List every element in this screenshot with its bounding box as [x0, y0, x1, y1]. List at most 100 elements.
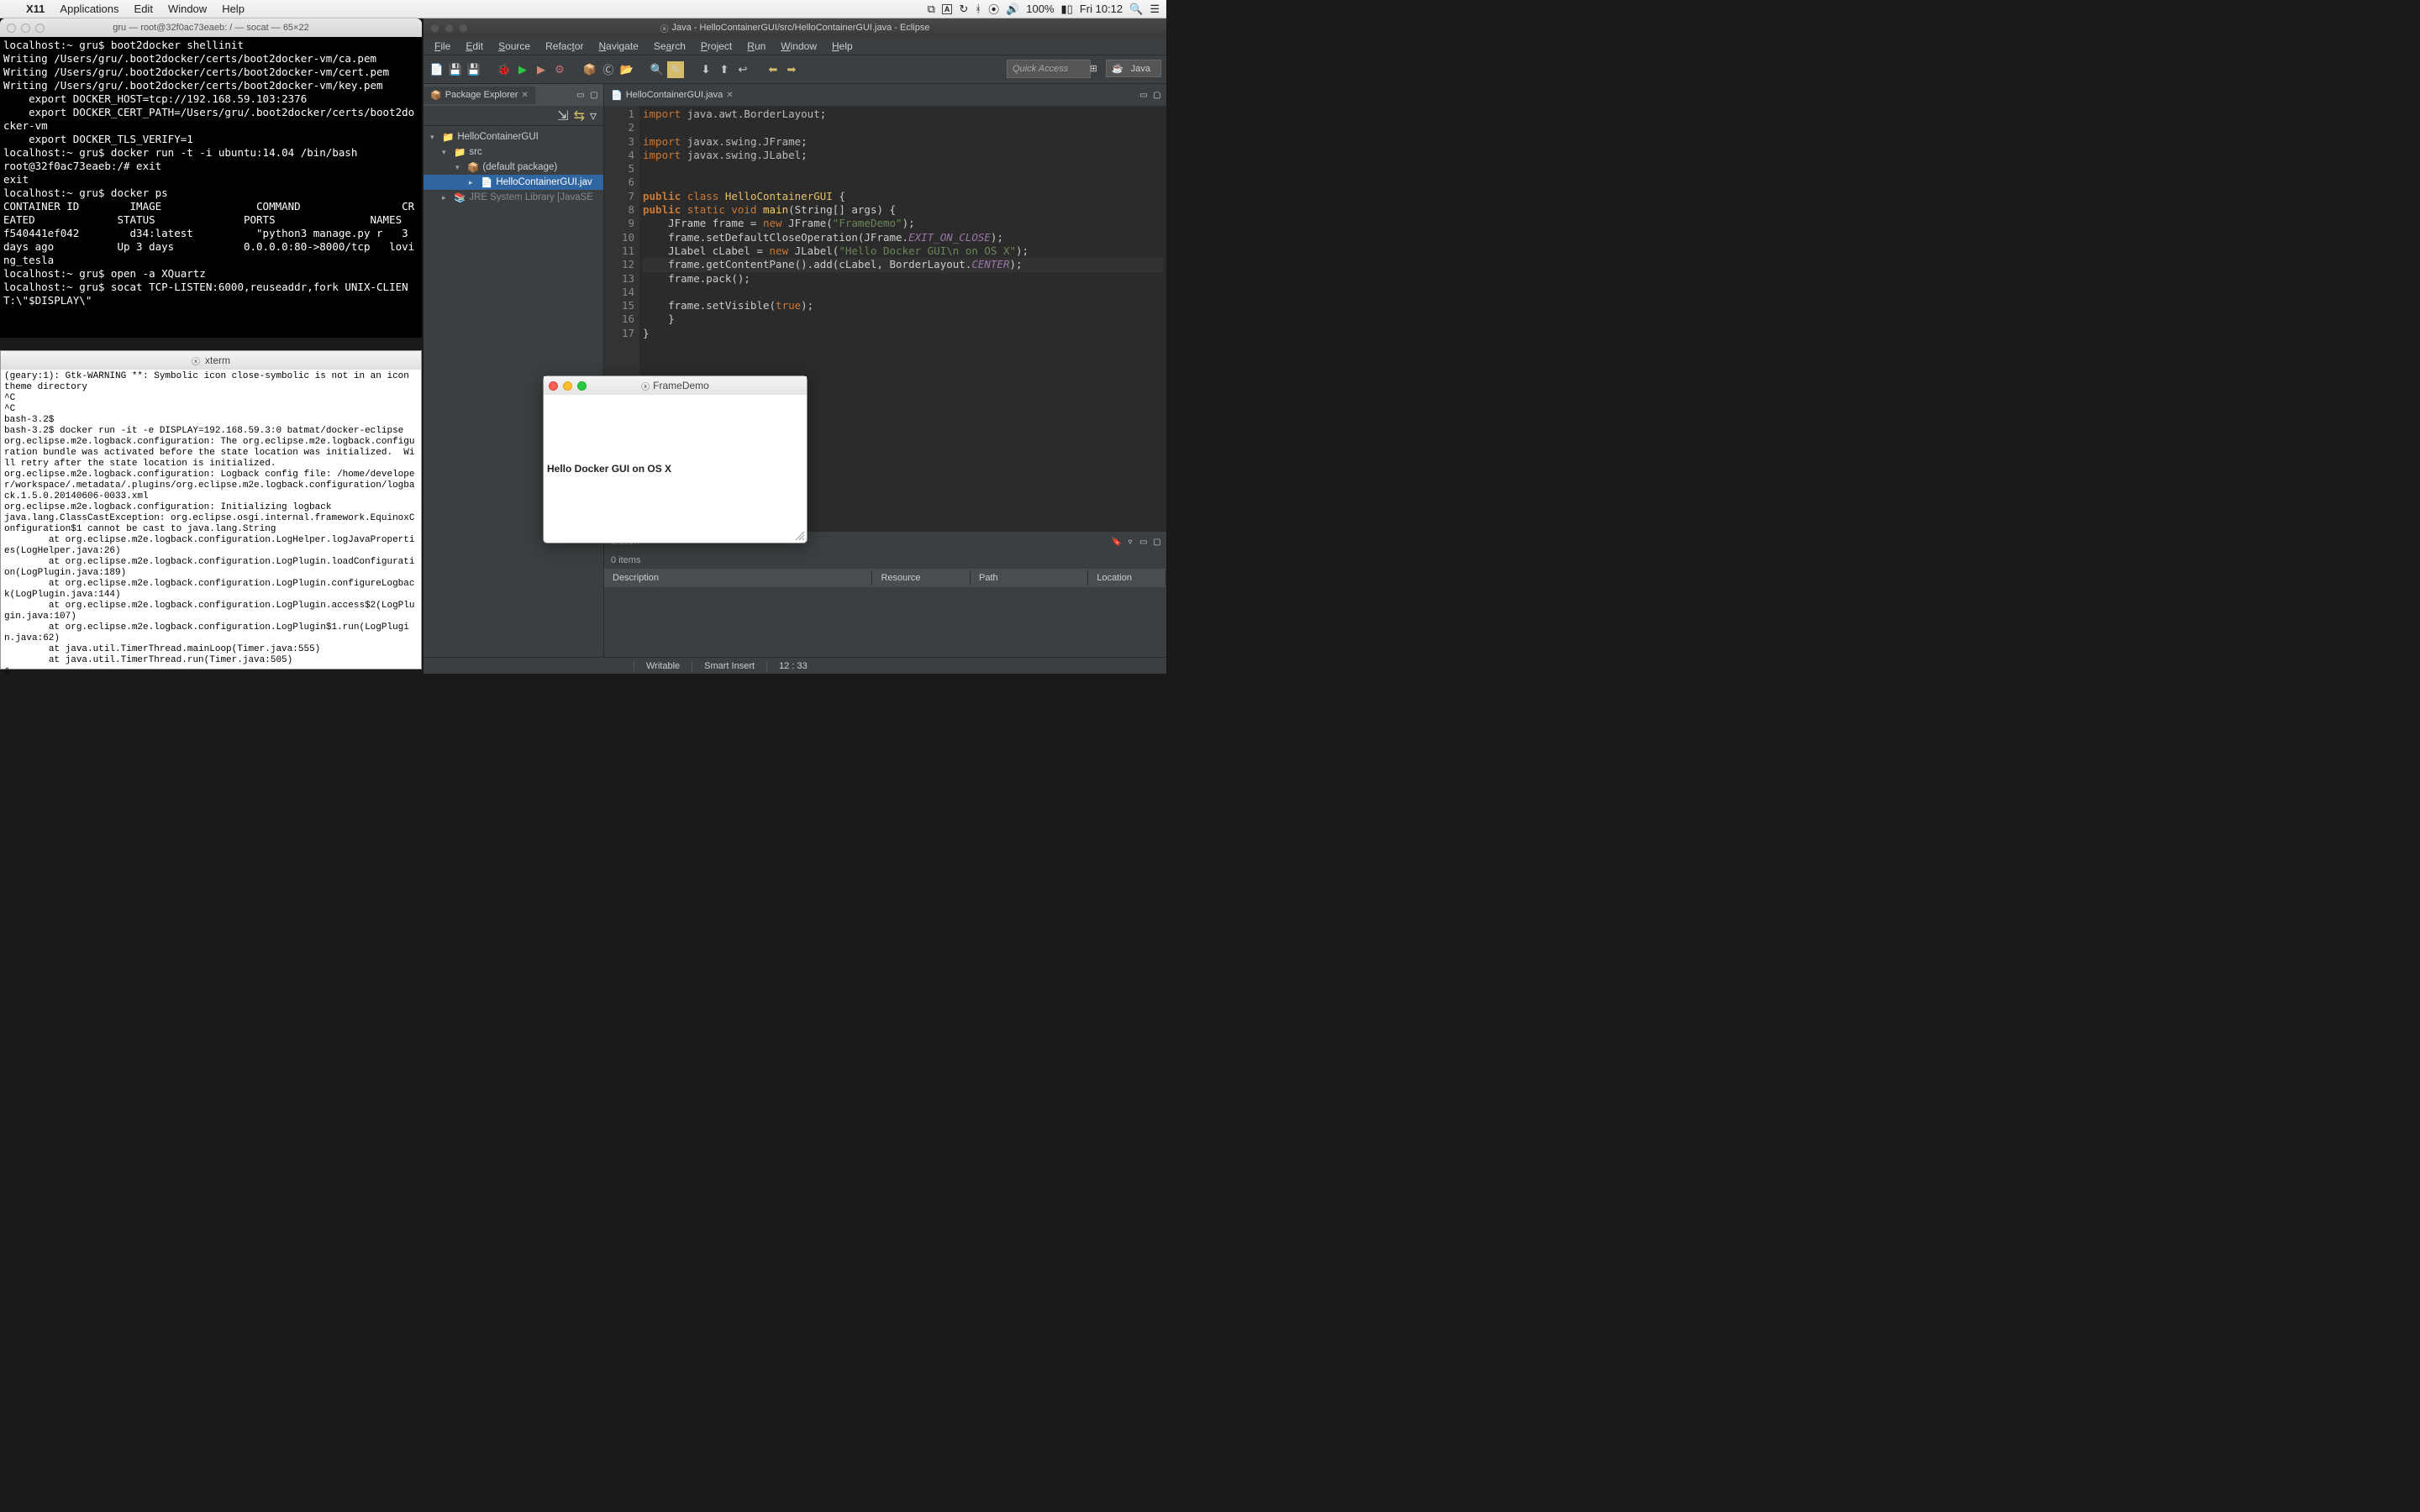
zoom-icon[interactable] — [577, 381, 587, 391]
prev-annotation-icon[interactable]: ⬆ — [716, 61, 733, 78]
battery-icon[interactable]: ▮▯ — [1061, 3, 1073, 16]
wifi-icon[interactable]: ⦿ — [988, 1, 999, 17]
new-class-icon[interactable]: Ⓒ — [600, 61, 617, 78]
debug-icon[interactable]: 🐞 — [496, 61, 513, 78]
col-location[interactable]: Location — [1088, 570, 1166, 585]
problems-view: aration 🔖 ▿ ▭ ▢ 0 items Description Reso… — [604, 531, 1166, 657]
maximize-view-icon[interactable]: ▢ — [1151, 536, 1163, 548]
menu-refactor[interactable]: Refactor — [539, 39, 589, 54]
search-icon[interactable]: 🔍 — [649, 61, 666, 78]
eclipse-titlebar[interactable]: ⓧ Java - HelloContainerGUI/src/HelloCont… — [424, 18, 1166, 37]
framedemo-titlebar[interactable]: ⓧFrameDemo — [544, 376, 807, 395]
col-resource[interactable]: Resource — [872, 570, 971, 585]
menu-window[interactable]: Window — [775, 39, 823, 54]
collapse-all-icon[interactable]: ⇲ — [557, 108, 568, 124]
forward-icon[interactable]: ➡ — [783, 61, 800, 78]
zoom-icon[interactable] — [459, 24, 468, 33]
package-tree[interactable]: ▾📁HelloContainerGUI ▾📁src ▾📦(default pac… — [424, 126, 603, 208]
link-editor-icon[interactable]: ⇆ — [574, 108, 585, 124]
menu-window[interactable]: Window — [160, 3, 214, 15]
eclipse-window[interactable]: ⓧ Java - HelloContainerGUI/src/HelloCont… — [424, 18, 1166, 674]
package-explorer-tab[interactable]: 📦 Package Explorer ✕ — [424, 87, 535, 104]
minimize-view-icon[interactable]: ▭ — [575, 89, 587, 101]
run-last-icon[interactable]: ▶ — [533, 61, 550, 78]
menu-edit[interactable]: Edit — [127, 3, 160, 15]
terminal-output[interactable]: localhost:~ gru$ boot2docker shellinit W… — [0, 37, 422, 309]
close-icon[interactable]: ✕ — [726, 91, 733, 100]
editor-tab[interactable]: 📄 HelloContainerGUI.java ✕ — [604, 87, 740, 104]
framedemo-window[interactable]: ⓧFrameDemo Hello Docker GUI on OS X — [543, 375, 808, 543]
close-icon[interactable] — [549, 381, 558, 391]
clock[interactable]: Fri 10:12 — [1080, 3, 1123, 15]
minimize-icon[interactable] — [21, 24, 30, 33]
eclipse-menu: File Edit Source Refactor Navigate Searc… — [424, 37, 1166, 55]
xterm-window[interactable]: ⓧ xterm (geary:1): Gtk-WARNING **: Symbo… — [0, 350, 422, 669]
back-icon[interactable]: ⬅ — [765, 61, 781, 78]
menu-applications[interactable]: Applications — [52, 3, 126, 15]
package-icon: 📦 — [430, 90, 442, 101]
menu-project[interactable]: Project — [695, 39, 738, 54]
src-node[interactable]: src — [469, 147, 481, 157]
java-perspective[interactable]: ☕ Java — [1106, 60, 1161, 77]
x11-icon: ⓧ — [660, 22, 669, 34]
close-icon[interactable]: ✕ — [522, 91, 529, 100]
dropbox-icon[interactable]: ⧉ — [928, 3, 935, 16]
menu-help[interactable]: Help — [214, 3, 252, 15]
run-icon[interactable]: ▶ — [514, 61, 531, 78]
open-perspective-icon[interactable]: ⊞ — [1085, 60, 1102, 76]
close-icon[interactable] — [430, 24, 439, 33]
zoom-icon[interactable] — [35, 24, 45, 33]
default-package-node[interactable]: (default package) — [482, 162, 557, 172]
minimize-icon[interactable] — [563, 381, 572, 391]
next-annotation-icon[interactable]: ⬇ — [697, 61, 714, 78]
minimize-view-icon[interactable]: ▭ — [1138, 89, 1150, 101]
maximize-view-icon[interactable]: ▢ — [1151, 89, 1163, 101]
new-icon[interactable]: 📄 — [429, 61, 445, 78]
java-file-node[interactable]: HelloContainerGUI.jav — [496, 177, 592, 187]
timemachine-icon[interactable]: ↻ — [959, 3, 968, 16]
col-description[interactable]: Description — [604, 570, 872, 585]
status-position: 12 : 33 — [766, 661, 819, 671]
view-menu-icon[interactable]: ▿ — [590, 108, 597, 124]
menu-edit[interactable]: Edit — [460, 39, 489, 54]
external-icon[interactable]: ⚙ — [551, 61, 568, 78]
bluetooth-icon[interactable]: ᚼ — [975, 3, 981, 15]
terminal-window[interactable]: gru — root@32f0ac73eaeb: / — socat — 65×… — [0, 18, 422, 338]
project-node[interactable]: HelloContainerGUI — [457, 132, 539, 142]
menu-run[interactable]: Run — [741, 39, 771, 54]
col-path[interactable]: Path — [971, 570, 1088, 585]
menu-navigate[interactable]: Navigate — [592, 39, 644, 54]
toggle-mark-icon[interactable]: ✎ — [667, 61, 684, 78]
jre-node[interactable]: JRE System Library [JavaSE — [469, 192, 593, 202]
menu-help[interactable]: Help — [826, 39, 859, 54]
adobe-icon[interactable]: A — [942, 4, 953, 14]
java-file-icon: 📄 — [481, 176, 492, 188]
notification-icon[interactable]: ☰ — [1150, 3, 1160, 16]
maximize-view-icon[interactable]: ▢ — [588, 89, 600, 101]
xterm-titlebar[interactable]: ⓧ xterm — [1, 351, 421, 370]
resize-handle-icon[interactable] — [795, 531, 805, 541]
x11-icon: ⓧ — [192, 354, 200, 367]
app-menu[interactable]: X11 — [18, 3, 52, 15]
open-type-icon[interactable]: 📂 — [618, 61, 635, 78]
saveall-icon[interactable]: 💾 — [466, 61, 482, 78]
menu-search[interactable]: Search — [648, 39, 692, 54]
quick-access-input[interactable]: Quick Access — [1007, 60, 1091, 78]
menu-source[interactable]: Source — [492, 39, 536, 54]
java-file-icon: 📄 — [611, 90, 623, 101]
new-package-icon[interactable]: 📦 — [581, 61, 598, 78]
filter-icon[interactable]: 🔖 — [1111, 536, 1123, 548]
last-edit-icon[interactable]: ↩ — [734, 61, 751, 78]
menu-file[interactable]: File — [429, 39, 456, 54]
xterm-output[interactable]: (geary:1): Gtk-WARNING **: Symbolic icon… — [1, 370, 421, 679]
volume-icon[interactable]: 🔊 — [1006, 3, 1019, 16]
close-icon[interactable] — [7, 24, 16, 33]
save-icon[interactable]: 💾 — [447, 61, 464, 78]
minimize-icon[interactable] — [445, 24, 454, 33]
view-menu-icon[interactable]: ▿ — [1124, 536, 1136, 548]
terminal-titlebar[interactable]: gru — root@32f0ac73eaeb: / — socat — 65×… — [0, 18, 422, 37]
eclipse-statusbar: Writable Smart Insert 12 : 33 — [424, 657, 1166, 674]
minimize-view-icon[interactable]: ▭ — [1138, 536, 1150, 548]
eclipse-title: Java - HelloContainerGUI/src/HelloContai… — [672, 23, 930, 33]
spotlight-icon[interactable]: 🔍 — [1129, 3, 1143, 16]
